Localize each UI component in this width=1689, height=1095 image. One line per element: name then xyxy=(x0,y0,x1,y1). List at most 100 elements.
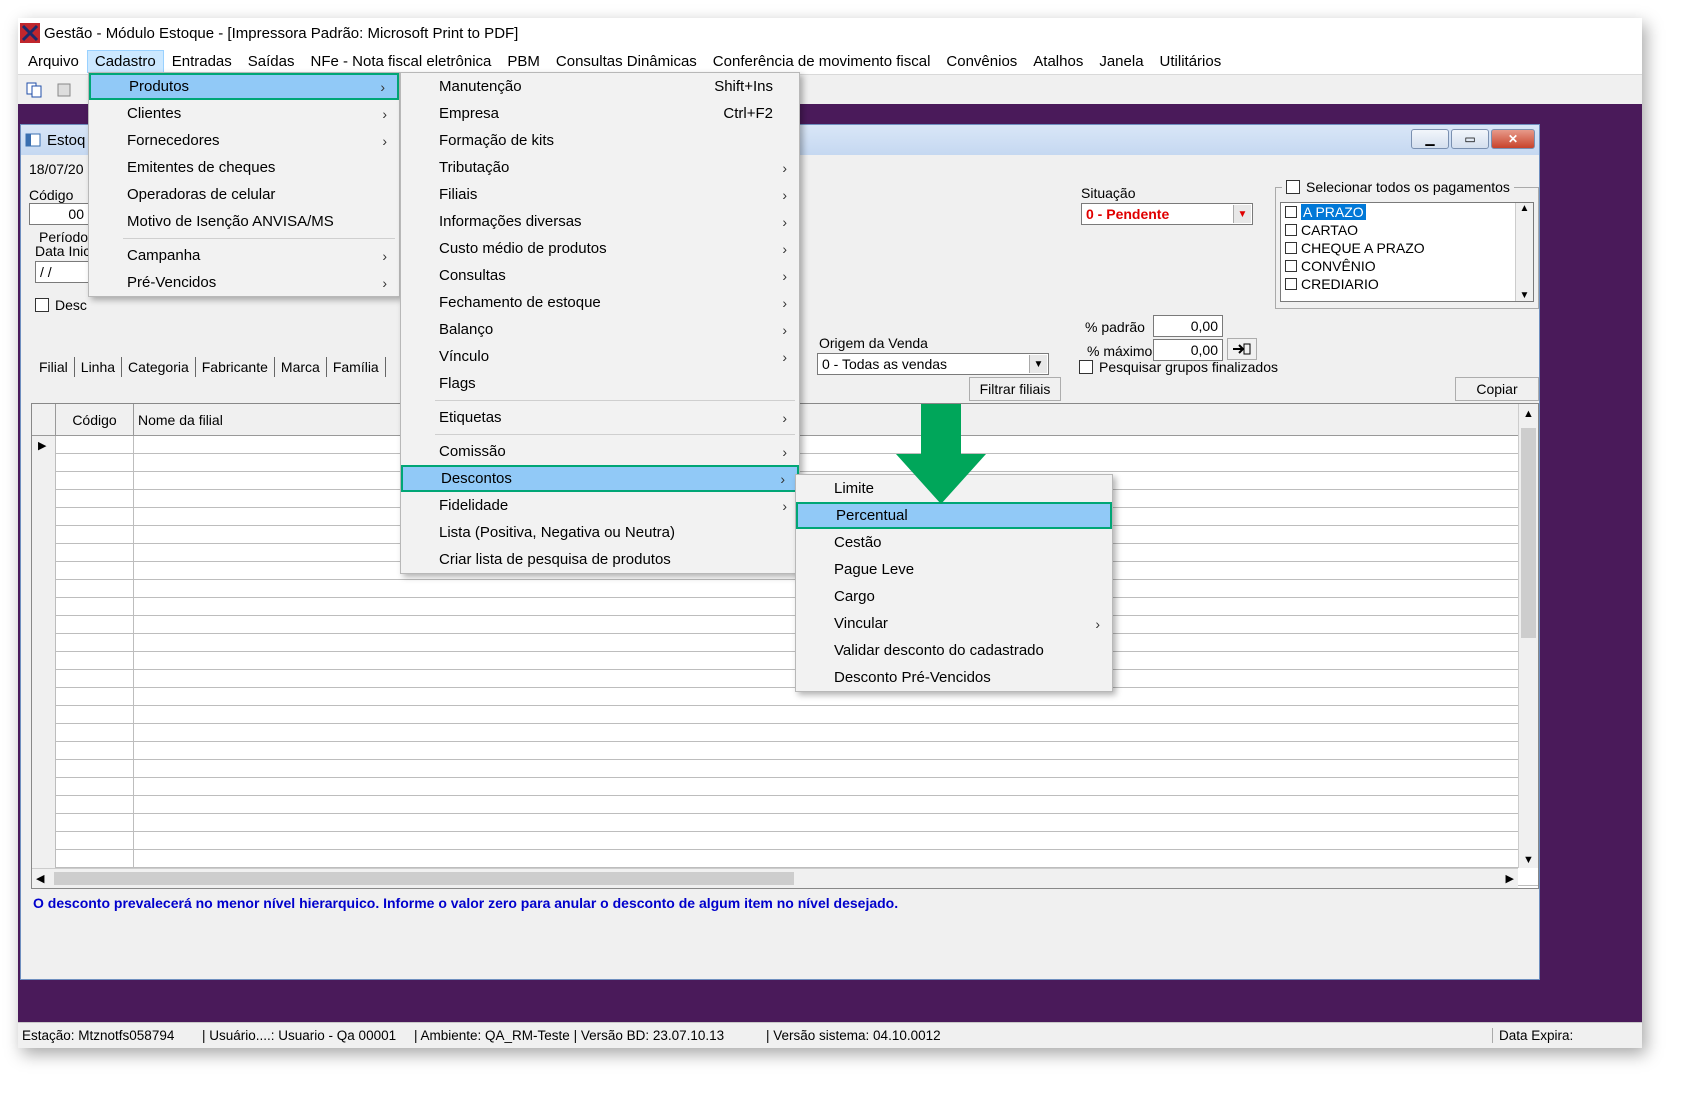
chevron-down-icon[interactable]: ▼ xyxy=(1516,290,1533,301)
origem-select[interactable]: 0 - Todas as vendas ▼ xyxy=(817,353,1049,375)
payment-item[interactable]: CREDIARIO xyxy=(1281,275,1533,293)
menu-item-custo-medio-de-produtos[interactable]: Custo médio de produtos › xyxy=(401,235,799,262)
menu-item-label: Campanha xyxy=(127,247,201,264)
menu-item-manutencao[interactable]: Manutenção Shift+Ins xyxy=(401,73,799,100)
tab-familia[interactable]: Família xyxy=(327,357,386,377)
menu-item-vincular[interactable]: Vincular › xyxy=(796,610,1112,637)
close-button[interactable]: ✕ xyxy=(1491,129,1535,149)
payment-checkbox[interactable] xyxy=(1285,224,1297,236)
menu-item-validar-desconto-do-cadastrado[interactable]: Validar desconto do cadastrado xyxy=(796,637,1112,664)
minimize-button[interactable]: ▁ xyxy=(1411,129,1449,149)
apply-pct-button[interactable] xyxy=(1227,338,1257,360)
menu-item-clientes[interactable]: Clientes › xyxy=(89,100,399,127)
payments-scrollbar[interactable]: ▲ ▼ xyxy=(1515,203,1533,301)
tab-fabricante[interactable]: Fabricante xyxy=(196,357,275,377)
menu-item-cestao[interactable]: Cestão xyxy=(796,529,1112,556)
menu-item-tributacao[interactable]: Tributação › xyxy=(401,154,799,181)
scroll-thumb[interactable] xyxy=(54,872,794,885)
scroll-thumb[interactable] xyxy=(1521,428,1536,638)
menu-item-descontos[interactable]: Descontos › xyxy=(401,465,799,492)
payment-item[interactable]: CHEQUE A PRAZO xyxy=(1281,239,1533,257)
menu-bar: Arquivo Cadastro Entradas Saídas NFe - Nota … xyxy=(18,48,1642,74)
menu-pbm[interactable]: PBM xyxy=(499,50,548,73)
chevron-left-icon[interactable]: ◀ xyxy=(36,872,44,885)
situacao-select[interactable]: 0 - Pendente ▼ xyxy=(1081,203,1253,225)
chevron-down-icon[interactable]: ▼ xyxy=(1029,355,1047,373)
menu-conferencia-de-movimento-fiscal[interactable]: Conferência de movimento fiscal xyxy=(705,50,939,73)
maximize-button[interactable]: ▭ xyxy=(1451,129,1489,149)
menu-item-campanha[interactable]: Campanha › xyxy=(89,242,399,269)
codigo-input[interactable]: 00 xyxy=(29,203,89,225)
tab-filial[interactable]: Filial xyxy=(33,357,75,377)
grupos-checkbox[interactable] xyxy=(1079,360,1093,374)
menu-entradas[interactable]: Entradas xyxy=(164,50,240,73)
menu-item-emitentes-de-cheques[interactable]: Emitentes de cheques xyxy=(89,154,399,181)
menu-item-produtos[interactable]: Produtos › xyxy=(89,73,399,100)
menu-item-comissao[interactable]: Comissão › xyxy=(401,438,799,465)
grid-horizontal-scrollbar[interactable]: ◀ ▶ xyxy=(32,868,1518,888)
copiar-button[interactable]: Copiar xyxy=(1455,377,1539,401)
payment-label: CONVÊNIO xyxy=(1301,258,1376,274)
menu-janela[interactable]: Janela xyxy=(1091,50,1151,73)
menu-item-fechamento-de-estoque[interactable]: Fechamento de estoque › xyxy=(401,289,799,316)
desc-checkbox[interactable] xyxy=(35,298,49,312)
menu-item-balanco[interactable]: Balanço › xyxy=(401,316,799,343)
menu-item-criar-lista-de-pesquisa-de-produtos[interactable]: Criar lista de pesquisa de produtos xyxy=(401,546,799,573)
situacao-value: 0 - Pendente xyxy=(1086,206,1170,222)
chevron-right-icon: › xyxy=(782,497,787,514)
tab-marca[interactable]: Marca xyxy=(275,357,327,377)
menu-item-pague-leve[interactable]: Pague Leve xyxy=(796,556,1112,583)
select-all-checkbox[interactable] xyxy=(1286,180,1300,194)
menu-item-flags[interactable]: Flags xyxy=(401,370,799,397)
menu-item-vinculo[interactable]: Vínculo › xyxy=(401,343,799,370)
menu-saidas[interactable]: Saídas xyxy=(240,50,303,73)
menu-item-formacao-de-kits[interactable]: Formação de kits xyxy=(401,127,799,154)
menu-item-operadoras-de-celular[interactable]: Operadoras de celular xyxy=(89,181,399,208)
payment-item[interactable]: CARTAO xyxy=(1281,221,1533,239)
payment-item[interactable]: CONVÊNIO xyxy=(1281,257,1533,275)
menu-item-consultas[interactable]: Consultas › xyxy=(401,262,799,289)
grid-header-nome[interactable]: Nome da filial xyxy=(134,404,1538,435)
payment-checkbox[interactable] xyxy=(1285,242,1297,254)
chevron-down-icon[interactable]: ▼ xyxy=(1233,205,1251,223)
toolbar-icon[interactable] xyxy=(52,79,76,101)
menu-item-lista-positiva-negativa-ou-neutra[interactable]: Lista (Positiva, Negativa ou Neutra) xyxy=(401,519,799,546)
payment-label: CHEQUE A PRAZO xyxy=(1301,240,1425,256)
menu-item-desconto-pre-vencidos[interactable]: Desconto Pré-Vencidos xyxy=(796,664,1112,691)
filtrar-filiais-button[interactable]: Filtrar filiais xyxy=(969,377,1061,401)
menu-item-pre-vencidos[interactable]: Pré-Vencidos › xyxy=(89,269,399,296)
menu-atalhos[interactable]: Atalhos xyxy=(1025,50,1091,73)
menu-item-informacoes-diversas[interactable]: Informações diversas › xyxy=(401,208,799,235)
menu-item-etiquetas[interactable]: Etiquetas › xyxy=(401,404,799,431)
chevron-up-icon[interactable]: ▲ xyxy=(1519,408,1538,420)
payment-checkbox[interactable] xyxy=(1285,278,1297,290)
payments-list[interactable]: A PRAZO CARTAO CHEQUE A PRAZO CONVÊNIO CREDI… xyxy=(1280,202,1534,302)
chevron-right-icon[interactable]: ▶ xyxy=(1506,872,1514,885)
pct-maximo-input[interactable]: 0,00 xyxy=(1153,339,1223,361)
chevron-up-icon[interactable]: ▲ xyxy=(1516,203,1533,214)
menu-arquivo[interactable]: Arquivo xyxy=(20,50,87,73)
payment-checkbox[interactable] xyxy=(1285,206,1297,218)
payment-item[interactable]: A PRAZO xyxy=(1281,203,1533,221)
menu-cadastro[interactable]: Cadastro xyxy=(86,49,164,73)
menu-item-motivo-de-isencao-anvisa-ms[interactable]: Motivo de Isenção ANVISA/MS xyxy=(89,208,399,235)
menu-item-filiais[interactable]: Filiais › xyxy=(401,181,799,208)
menu-item-fornecedores[interactable]: Fornecedores › xyxy=(89,127,399,154)
menu-item-cargo[interactable]: Cargo xyxy=(796,583,1112,610)
tab-linha[interactable]: Linha xyxy=(75,357,123,377)
menu-nfe-nota-fiscal-eletronica[interactable]: NFe - Nota fiscal eletrônica xyxy=(302,50,499,73)
menu-convenios[interactable]: Convênios xyxy=(938,50,1025,73)
menu-consultas-dinamicas[interactable]: Consultas Dinâmicas xyxy=(548,50,705,73)
copy-icon[interactable] xyxy=(22,79,46,101)
menu-item-percentual[interactable]: Percentual xyxy=(796,502,1112,529)
grid-header-codigo[interactable]: Código xyxy=(56,404,134,435)
tab-categoria[interactable]: Categoria xyxy=(122,357,196,377)
menu-item-empresa[interactable]: Empresa Ctrl+F2 xyxy=(401,100,799,127)
pct-padrao-input[interactable]: 0,00 xyxy=(1153,315,1223,337)
payment-checkbox[interactable] xyxy=(1285,260,1297,272)
menu-utilitarios[interactable]: Utilitários xyxy=(1152,50,1230,73)
grid-vertical-scrollbar[interactable]: ▲ ▼ xyxy=(1518,404,1538,868)
menu-item-fidelidade[interactable]: Fidelidade › xyxy=(401,492,799,519)
chevron-down-icon[interactable]: ▼ xyxy=(1519,854,1538,866)
data-inicio-input[interactable]: / / xyxy=(35,261,90,283)
